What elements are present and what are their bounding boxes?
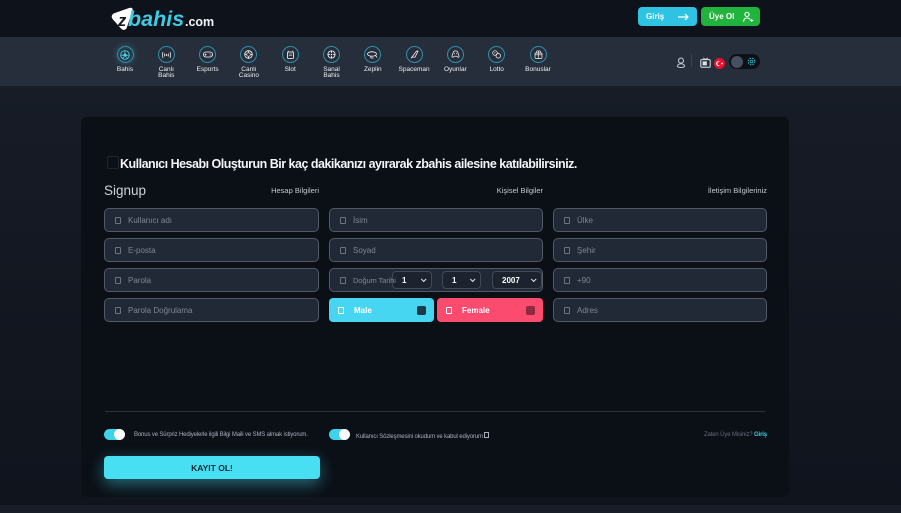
- svg-text:bahis: bahis: [128, 7, 184, 31]
- svg-text:7: 7: [494, 51, 496, 55]
- svg-text:z: z: [117, 12, 127, 30]
- svg-text:.com: .com: [185, 15, 214, 29]
